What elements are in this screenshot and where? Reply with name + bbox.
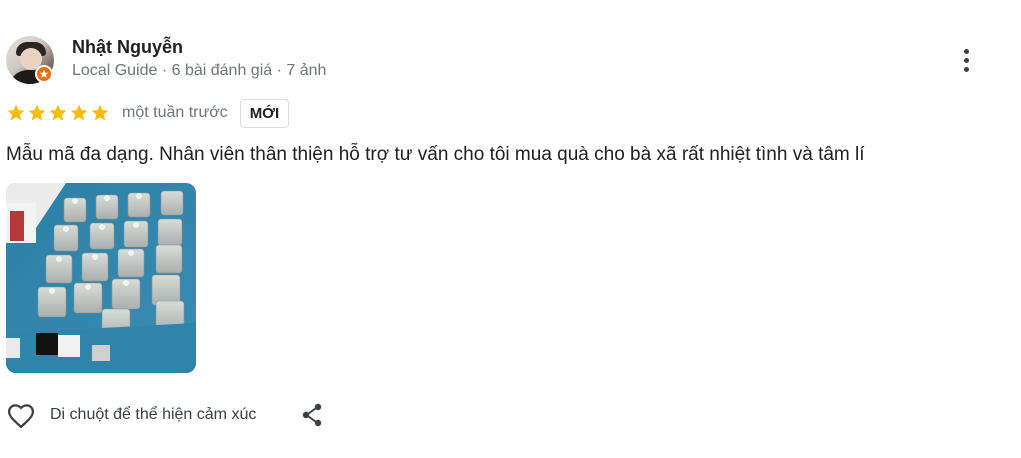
star-icon <box>91 104 109 121</box>
local-guide-badge-icon <box>35 65 53 83</box>
review-text: Mẫu mã đa dạng. Nhân viên thân thiện hỗ … <box>6 144 865 165</box>
share-icon[interactable] <box>300 402 324 428</box>
star-icon <box>70 104 88 121</box>
jewelry-display-photo <box>6 183 196 373</box>
star-rating <box>6 103 110 123</box>
new-badge: MỚI <box>239 98 290 128</box>
review-card: Nhật Nguyễn Local Guide · 6 bài đánh giá… <box>0 0 1021 458</box>
review-actions: Di chuột để thể hiện cảm xúc <box>6 398 324 432</box>
star-icon <box>28 104 46 121</box>
rating-row: một tuần trước MỚI <box>6 97 290 129</box>
reviewer-meta: Local Guide · 6 bài đánh giá · 7 ảnh <box>72 62 327 79</box>
star-icon <box>7 104 25 121</box>
review-photo[interactable] <box>6 183 196 373</box>
star-icon <box>49 104 67 121</box>
reviewer-name[interactable]: Nhật Nguyễn <box>72 37 183 58</box>
more-options-button[interactable] <box>950 42 982 78</box>
more-vert-icon <box>963 48 969 54</box>
heart-outline-icon[interactable] <box>6 401 36 429</box>
review-time: một tuần trước <box>122 104 228 121</box>
react-label: Di chuột để thể hiện cảm xúc <box>50 406 257 423</box>
